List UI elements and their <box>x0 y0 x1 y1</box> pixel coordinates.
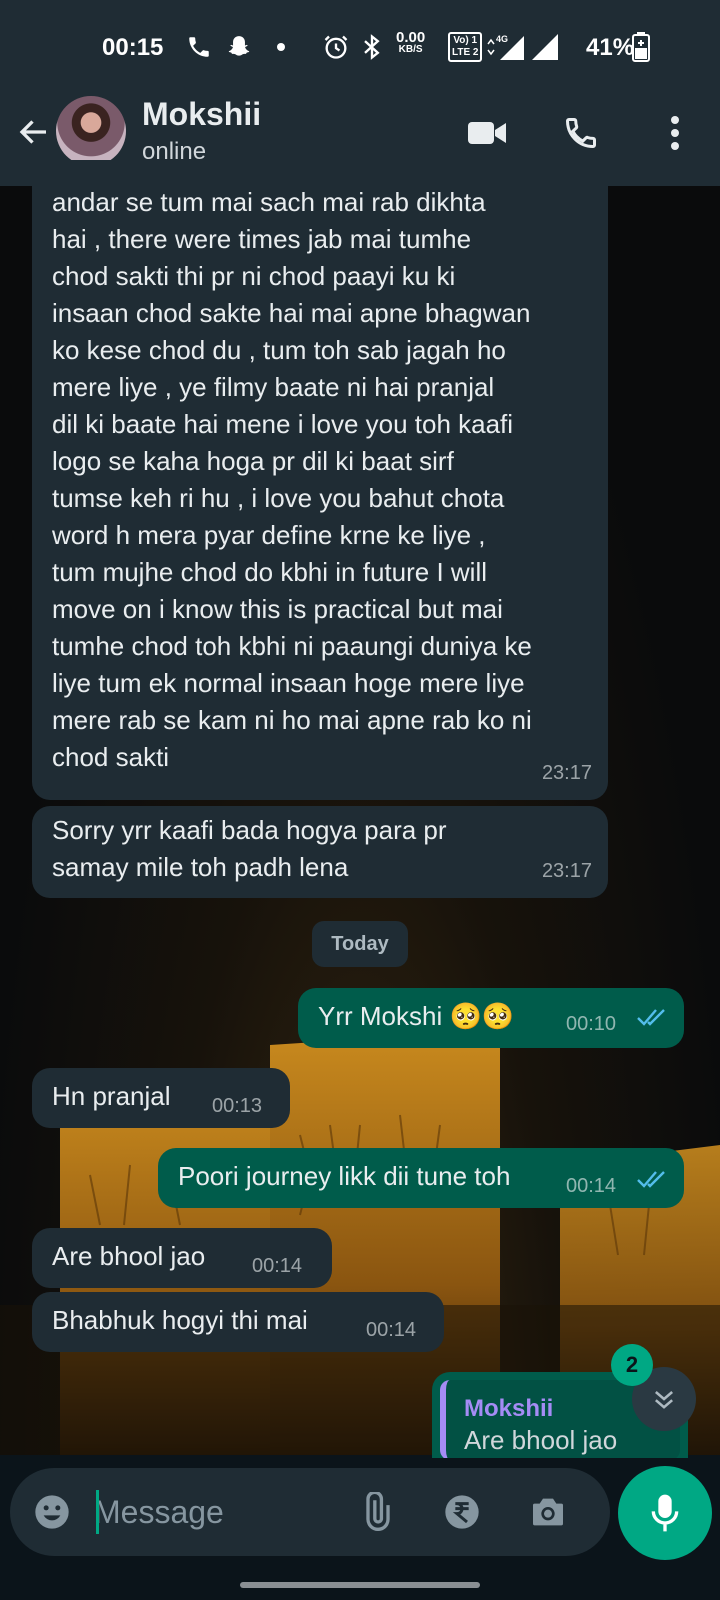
message-text: Bhabhuk hogyi thi mai <box>52 1305 308 1335</box>
date-divider: Today <box>312 921 408 967</box>
message-bubble-incoming[interactable]: Hn pranjal 00:13 <box>32 1068 290 1128</box>
attach-icon[interactable] <box>354 1490 398 1534</box>
message-bubble-incoming[interactable]: Sorry yrr kaafi bada hogya para pr samay… <box>32 806 608 898</box>
dot-icon <box>276 32 286 62</box>
phone-icon <box>186 32 212 62</box>
signal-icon: 4G <box>486 32 528 62</box>
message-bubble-outgoing[interactable]: Yrr Mokshi 🥺🥺 00:10 <box>298 988 684 1048</box>
data-speed-unit: KB/S <box>398 44 423 55</box>
message-text: Hn pranjal <box>52 1081 171 1111</box>
emoji-icon[interactable] <box>30 1490 74 1534</box>
read-receipt-icon <box>637 1171 665 1188</box>
message-time: 00:14 <box>366 1319 417 1341</box>
battery-icon <box>632 32 650 62</box>
video-call-icon[interactable] <box>462 108 512 158</box>
bluetooth-icon <box>362 32 382 62</box>
system-navigation-bar <box>0 1568 720 1600</box>
data-speed: 0.00 KB/S <box>396 29 426 62</box>
back-arrow-icon[interactable] <box>12 110 56 154</box>
quoted-text: Are bhool jao <box>464 1425 618 1455</box>
message-time: 00:13 <box>212 1095 263 1117</box>
message-composer <box>10 1468 610 1556</box>
message-time: 00:14 <box>252 1255 303 1277</box>
unread-count-badge[interactable]: 2 <box>611 1344 653 1386</box>
signal-icon-2 <box>530 32 560 62</box>
avatar[interactable] <box>56 96 126 166</box>
data-speed-value: 0.00 <box>396 29 426 46</box>
message-text: Poori journey likk dii tune toh <box>178 1161 511 1191</box>
message-time: 23:17 <box>541 860 592 882</box>
lte-label: LTE 2 <box>452 47 479 58</box>
voice-call-icon[interactable] <box>556 108 606 158</box>
rupee-payment-icon[interactable] <box>440 1490 484 1534</box>
volte-label: Vo) 1 <box>453 35 478 46</box>
home-gesture-handle[interactable] <box>240 1582 480 1588</box>
mic-button[interactable] <box>618 1466 712 1560</box>
message-bubble-incoming[interactable]: andar se tum mai sach mai rab dikhta hai… <box>32 160 608 800</box>
volte-badge: Vo) 1 LTE 2 <box>448 32 483 62</box>
camera-icon[interactable] <box>526 1490 570 1534</box>
snapchat-icon <box>226 32 252 62</box>
message-time: 00:14 <box>566 1175 617 1197</box>
message-text: andar se tum mai sach mai rab dikhta hai… <box>52 187 532 772</box>
status-bar: 00:15 0.00 KB/S Vo) 1 LTE 2 4G 41% <box>0 0 720 96</box>
message-time: 23:17 <box>541 762 592 784</box>
alarm-icon <box>322 32 350 62</box>
contact-name[interactable]: Mokshii <box>142 96 261 133</box>
message-input[interactable] <box>94 1488 344 1536</box>
message-text: Are bhool jao <box>52 1241 206 1271</box>
status-time: 00:15 <box>102 34 164 61</box>
battery-percent: 41% <box>586 34 635 61</box>
mic-icon <box>651 1494 679 1532</box>
more-vert-icon[interactable] <box>650 108 700 158</box>
message-text: Yrr Mokshi 🥺🥺 <box>318 1001 515 1031</box>
network-type: 4G <box>496 34 508 44</box>
message-text: Sorry yrr kaafi bada hogya para pr samay… <box>52 815 447 882</box>
double-chevron-down-icon <box>654 1391 674 1409</box>
message-bubble-incoming[interactable]: Bhabhuk hogyi thi mai 00:14 <box>32 1292 444 1352</box>
message-bubble-outgoing[interactable]: Poori journey likk dii tune toh 00:14 <box>158 1148 684 1208</box>
message-bubble-incoming[interactable]: Are bhool jao 00:14 <box>32 1228 332 1288</box>
read-receipt-icon <box>637 1009 665 1026</box>
message-time: 00:10 <box>566 1013 617 1035</box>
text-cursor <box>96 1490 99 1534</box>
